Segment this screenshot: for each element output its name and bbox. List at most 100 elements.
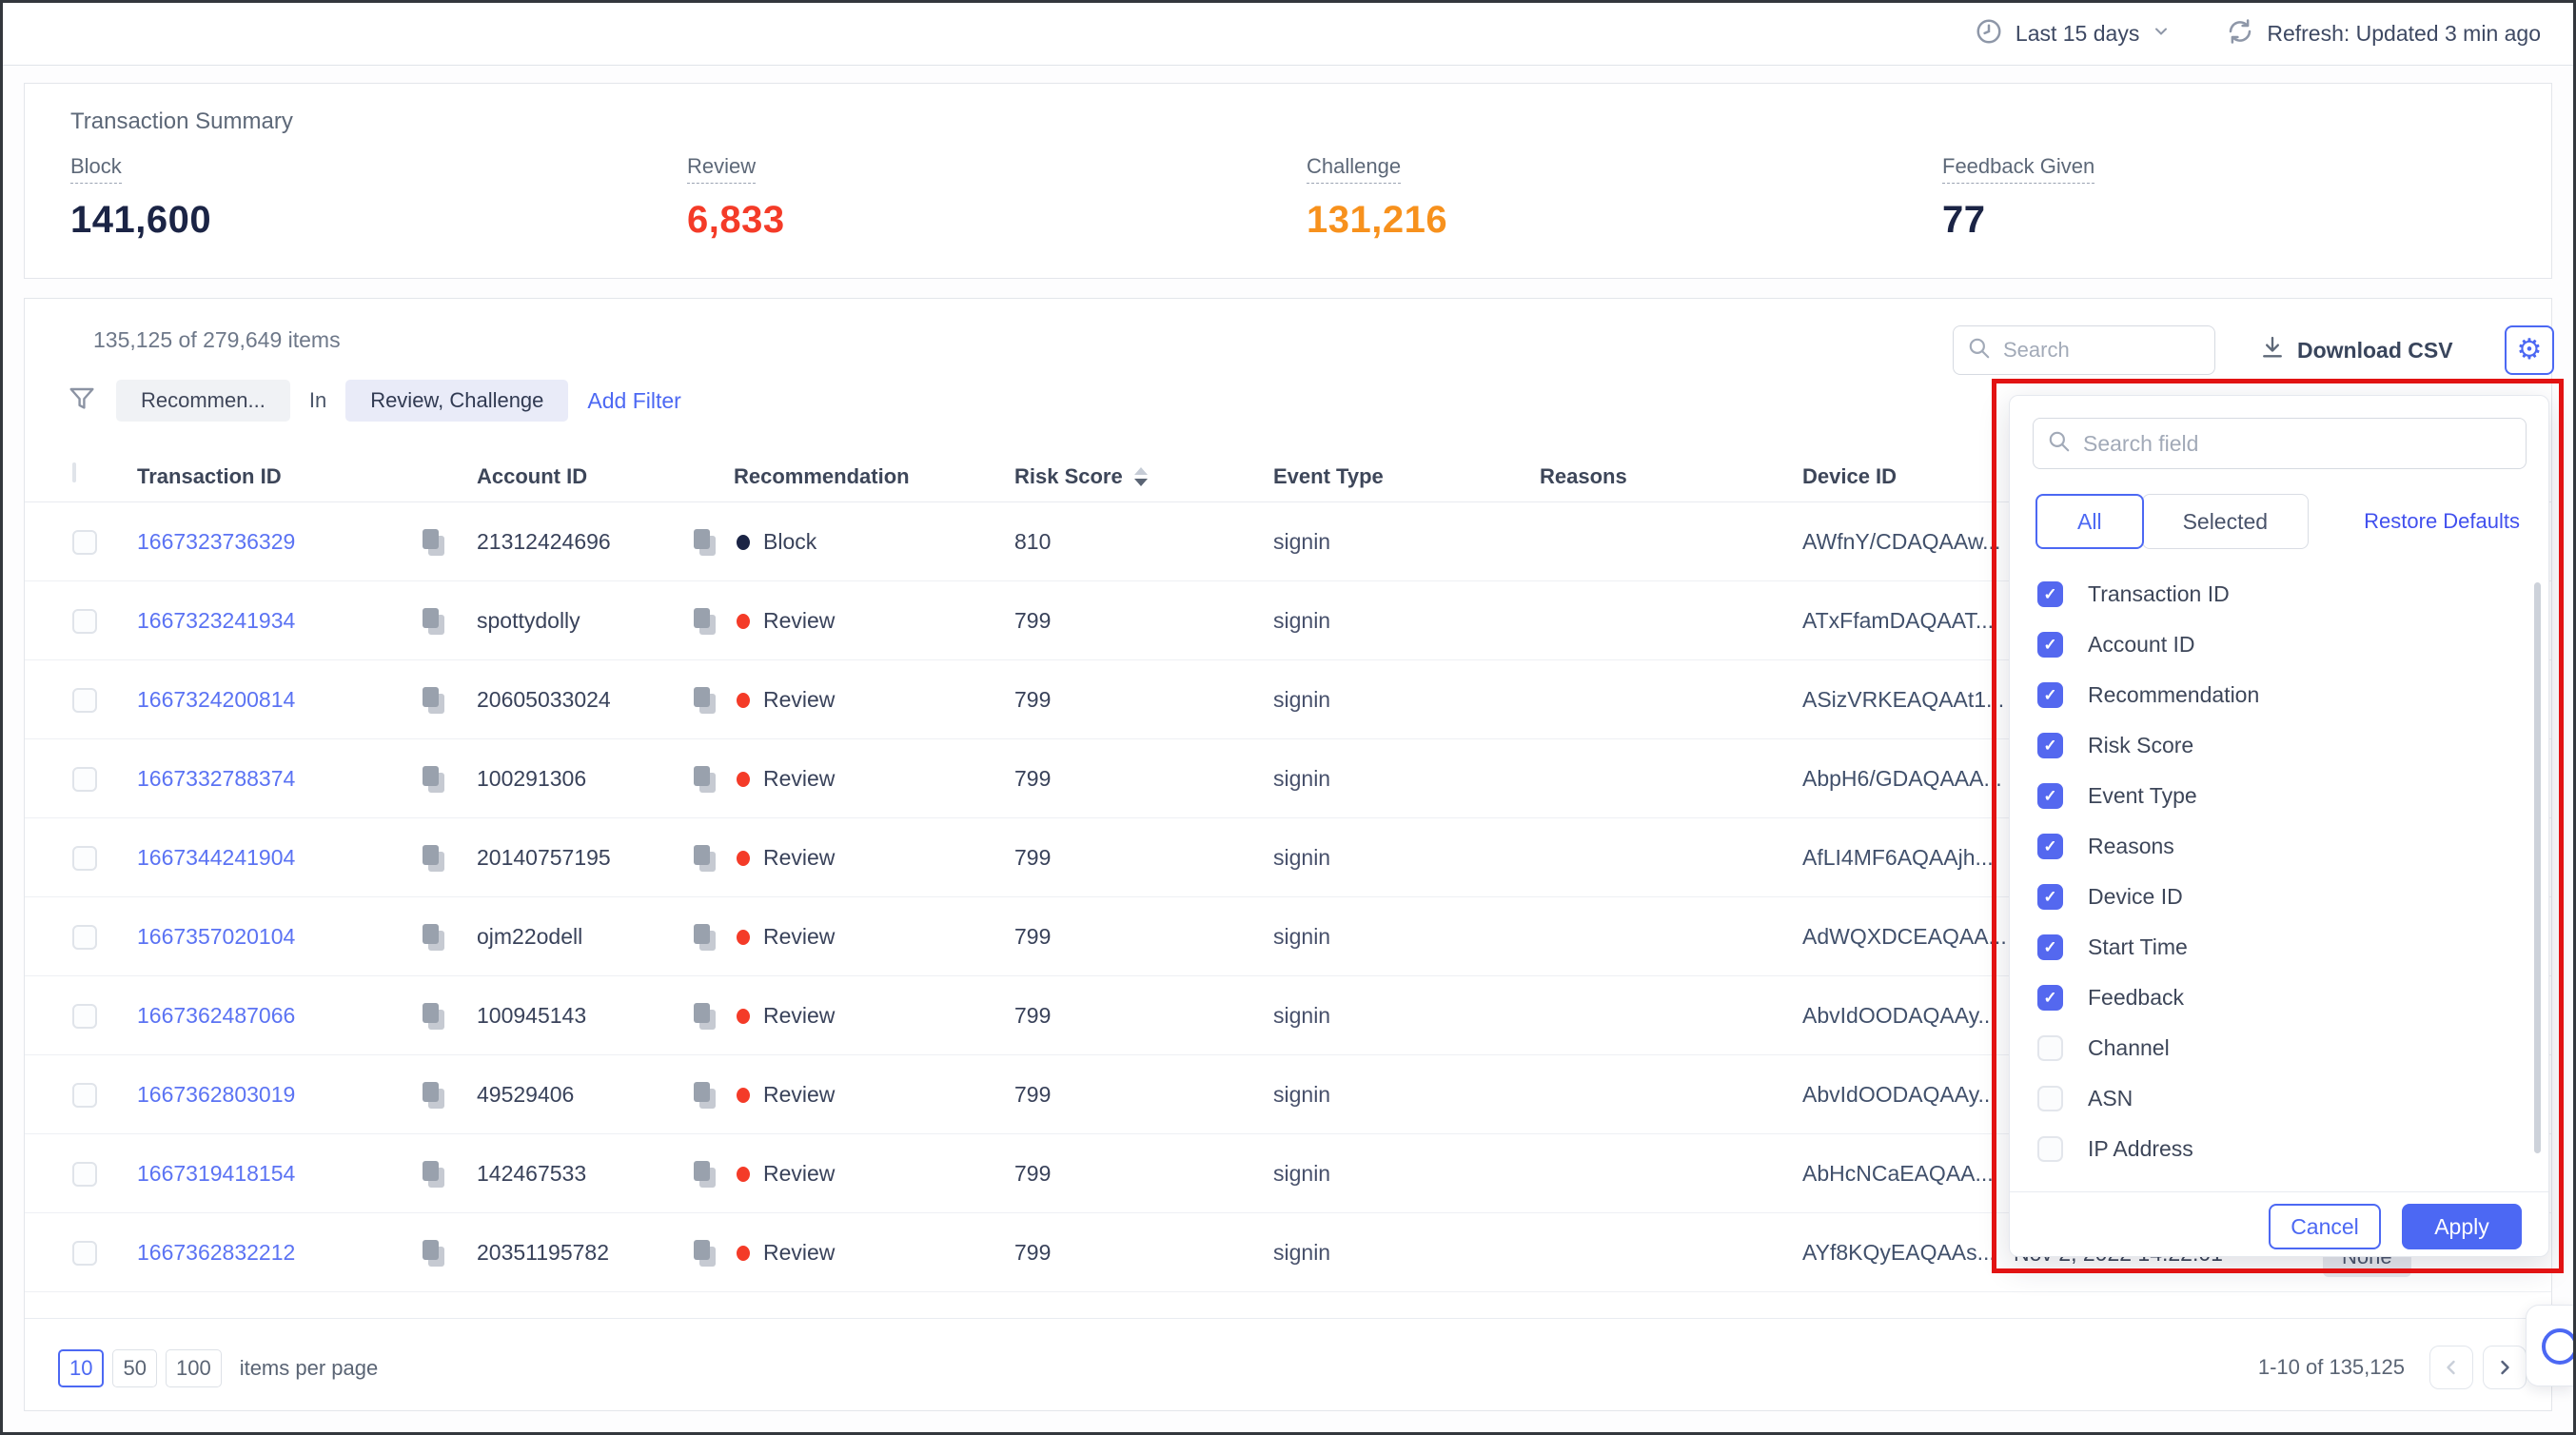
filter-field-chip[interactable]: Recommen...	[116, 380, 290, 422]
filter-value-chip[interactable]: Review, Challenge	[345, 380, 568, 422]
panel-scrollbar-thumb[interactable]	[2534, 582, 2541, 1153]
page-size-button[interactable]: 10	[58, 1349, 104, 1387]
column-toggle-item[interactable]: IP Address	[2037, 1124, 2510, 1174]
copy-icon[interactable]	[693, 1213, 718, 1292]
transaction-id-link[interactable]: 1667332788374	[137, 739, 295, 818]
column-header-risk-score[interactable]: Risk Score	[1014, 451, 1148, 502]
column-toggle-item[interactable]: Device ID	[2037, 872, 2510, 922]
column-header-transaction-id[interactable]: Transaction ID	[137, 451, 282, 502]
column-toggle-item[interactable]: Risk Score	[2037, 720, 2510, 771]
transaction-id-link[interactable]: 1667323736329	[137, 502, 295, 581]
copy-icon[interactable]	[693, 581, 718, 660]
copy-icon[interactable]	[422, 818, 446, 897]
copy-icon[interactable]	[693, 1055, 718, 1134]
row-checkbox[interactable]	[72, 897, 97, 976]
row-checkbox[interactable]	[72, 739, 97, 818]
transaction-id-link[interactable]: 1667357020104	[137, 897, 295, 976]
field-checkbox[interactable]	[2037, 1136, 2063, 1162]
apply-button[interactable]: Apply	[2402, 1204, 2522, 1249]
transaction-id-link[interactable]: 1667362487066	[137, 976, 295, 1055]
transaction-id-link[interactable]: 1667319418154	[137, 1134, 295, 1213]
refresh-control[interactable]: Refresh: Updated 3 min ago	[2226, 17, 2541, 51]
copy-icon[interactable]	[422, 502, 446, 581]
field-checkbox[interactable]	[2037, 934, 2063, 960]
row-checkbox[interactable]	[72, 581, 97, 660]
row-checkbox[interactable]	[72, 660, 97, 739]
metric-label-link[interactable]: Block	[70, 154, 122, 184]
select-all-checkbox[interactable]	[72, 464, 76, 482]
column-toggle-item[interactable]: Reasons	[2037, 821, 2510, 872]
transaction-id-link[interactable]: 1667362803019	[137, 1055, 295, 1134]
account-id-cell: 20351195782	[477, 1213, 609, 1292]
time-range-selector[interactable]: Last 15 days	[1975, 17, 2171, 51]
column-toggle-item[interactable]: Channel	[2037, 1023, 2510, 1073]
column-toggle-item[interactable]: Start Time	[2037, 922, 2510, 973]
table-search-box	[1953, 325, 2215, 375]
panel-tab[interactable]: All	[2035, 494, 2144, 549]
column-header-event-type[interactable]: Event Type	[1273, 451, 1384, 502]
copy-icon[interactable]	[693, 502, 718, 581]
cancel-button[interactable]: Cancel	[2269, 1204, 2381, 1249]
copy-icon[interactable]	[422, 976, 446, 1055]
copy-icon[interactable]	[422, 1134, 446, 1213]
floating-help-button[interactable]	[2526, 1305, 2573, 1386]
row-checkbox[interactable]	[72, 976, 97, 1055]
field-checkbox[interactable]	[2037, 682, 2063, 708]
copy-icon[interactable]	[693, 739, 718, 818]
copy-icon[interactable]	[422, 897, 446, 976]
copy-icon[interactable]	[693, 660, 718, 739]
metric-label-link[interactable]: Review	[687, 154, 756, 184]
column-toggle-item[interactable]: Transaction ID	[2037, 569, 2510, 619]
panel-tab[interactable]: Selected	[2142, 494, 2310, 549]
column-settings-gear-button[interactable]: ⚙	[2505, 325, 2554, 375]
column-header-account-id[interactable]: Account ID	[477, 451, 587, 502]
row-checkbox[interactable]	[72, 1134, 97, 1213]
add-filter-button[interactable]: Add Filter	[587, 388, 680, 414]
column-header-device-id[interactable]: Device ID	[1802, 451, 1897, 502]
copy-icon[interactable]	[422, 1213, 446, 1292]
column-toggle-item[interactable]: Feedback	[2037, 973, 2510, 1023]
row-checkbox[interactable]	[72, 1055, 97, 1134]
download-csv-button[interactable]: Download CSV	[2259, 325, 2453, 375]
copy-icon[interactable]	[693, 818, 718, 897]
field-checkbox[interactable]	[2037, 985, 2063, 1011]
search-input[interactable]	[2003, 338, 2201, 363]
field-checkbox[interactable]	[2037, 834, 2063, 859]
copy-icon[interactable]	[422, 1055, 446, 1134]
transaction-id-link[interactable]: 1667362832212	[137, 1213, 295, 1292]
field-checkbox[interactable]	[2037, 1086, 2063, 1111]
row-checkbox[interactable]	[72, 818, 97, 897]
page-size-button[interactable]: 50	[112, 1349, 156, 1387]
previous-page-button[interactable]	[2429, 1346, 2473, 1389]
field-checkbox[interactable]	[2037, 884, 2063, 910]
field-checkbox[interactable]	[2037, 632, 2063, 658]
field-checkbox[interactable]	[2037, 581, 2063, 607]
copy-icon[interactable]	[693, 897, 718, 976]
transaction-id-link[interactable]: 1667324200814	[137, 660, 295, 739]
copy-icon[interactable]	[693, 976, 718, 1055]
transaction-id-link[interactable]: 1667344241904	[137, 818, 295, 897]
column-toggle-item[interactable]: Recommendation	[2037, 670, 2510, 720]
column-toggle-item[interactable]: Account ID	[2037, 619, 2510, 670]
recommendation-cell: Review	[763, 1213, 835, 1292]
copy-icon[interactable]	[422, 739, 446, 818]
row-checkbox[interactable]	[72, 1213, 97, 1292]
next-page-button[interactable]	[2483, 1346, 2527, 1389]
column-header-recommendation[interactable]: Recommendation	[734, 451, 910, 502]
page-size-button[interactable]: 100	[166, 1349, 222, 1387]
restore-defaults-link[interactable]: Restore Defaults	[2364, 509, 2520, 534]
field-search-input[interactable]	[2083, 431, 2512, 457]
column-header-reasons[interactable]: Reasons	[1540, 451, 1627, 502]
transaction-id-link[interactable]: 1667323241934	[137, 581, 295, 660]
column-toggle-item[interactable]: ASN	[2037, 1073, 2510, 1124]
copy-icon[interactable]	[693, 1134, 718, 1213]
copy-icon[interactable]	[422, 660, 446, 739]
column-toggle-item[interactable]: Event Type	[2037, 771, 2510, 821]
row-checkbox[interactable]	[72, 502, 97, 581]
field-checkbox[interactable]	[2037, 733, 2063, 758]
field-checkbox[interactable]	[2037, 1035, 2063, 1061]
copy-icon[interactable]	[422, 581, 446, 660]
field-checkbox[interactable]	[2037, 783, 2063, 809]
metric-label-link[interactable]: Challenge	[1307, 154, 1401, 184]
metric-label-link[interactable]: Feedback Given	[1942, 154, 2094, 184]
